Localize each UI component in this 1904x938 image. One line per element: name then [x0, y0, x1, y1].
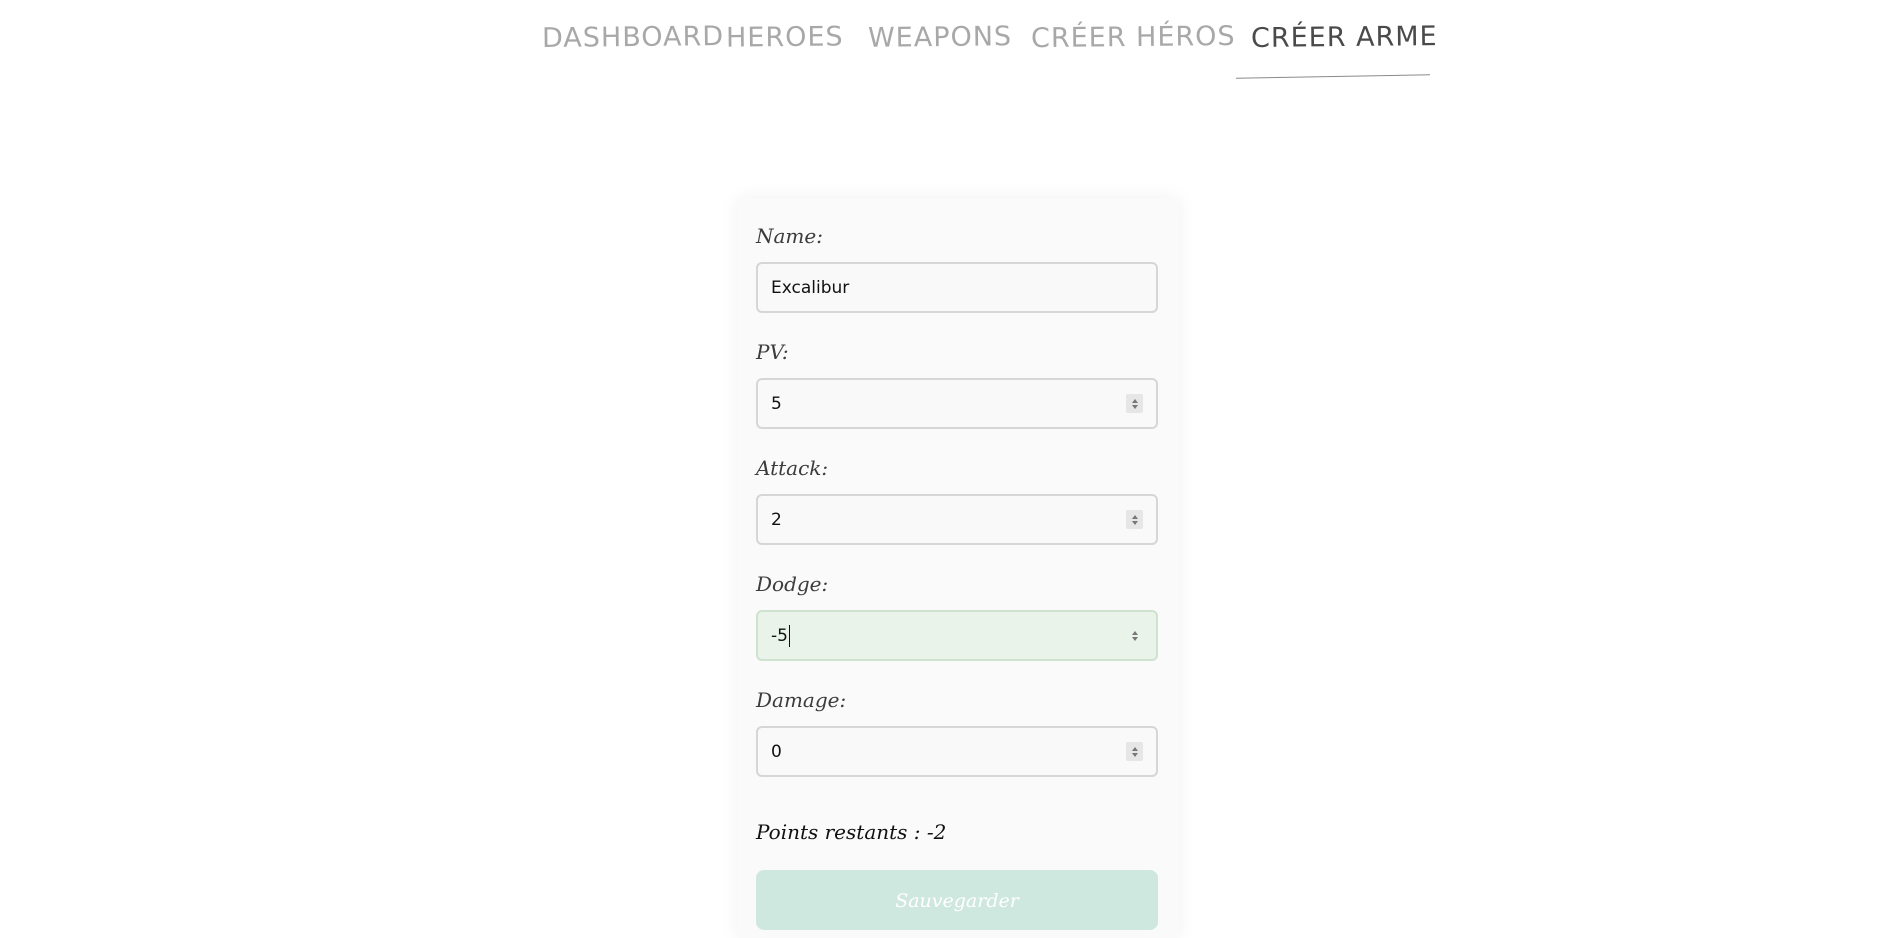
chevron-up-icon[interactable] [1131, 514, 1138, 519]
chevron-down-icon[interactable] [1131, 404, 1138, 409]
name-input[interactable]: Excalibur [756, 262, 1158, 313]
name-label: Name: [756, 224, 823, 248]
dodge-spinner[interactable] [1126, 626, 1143, 645]
nav-heroes[interactable]: HEROES [726, 21, 844, 53]
top-navigation: DASHBOARD HEROES WEAPONS CRÉER HÉROS CRÉ… [0, 0, 1904, 90]
pv-label: PV: [756, 340, 789, 364]
damage-input[interactable]: 0 [756, 726, 1158, 777]
text-caret [788, 624, 790, 647]
chevron-up-icon[interactable] [1131, 630, 1138, 635]
attack-value: 2 [771, 509, 782, 530]
dodge-input[interactable]: -5 [756, 610, 1158, 661]
chevron-down-icon[interactable] [1131, 636, 1138, 641]
chevron-down-icon[interactable] [1131, 520, 1138, 525]
nav-creer-heros[interactable]: CRÉER HÉROS [1031, 21, 1236, 54]
chevron-up-icon[interactable] [1131, 398, 1138, 403]
damage-value: 0 [771, 741, 782, 762]
save-button[interactable]: Sauvegarder [756, 870, 1158, 930]
attack-spinner[interactable] [1126, 510, 1143, 529]
create-weapon-form: Name: Excalibur PV: 5 Attack: 2 Dodge: -… [737, 198, 1179, 938]
pv-input[interactable]: 5 [756, 378, 1158, 429]
attack-input[interactable]: 2 [756, 494, 1158, 545]
attack-label: Attack: [756, 456, 829, 480]
nav-dashboard[interactable]: DASHBOARD [542, 21, 724, 54]
chevron-down-icon[interactable] [1131, 752, 1138, 757]
damage-spinner[interactable] [1126, 742, 1143, 761]
dodge-label: Dodge: [756, 572, 829, 596]
pv-spinner[interactable] [1126, 394, 1143, 413]
nav-creer-arme[interactable]: CRÉER ARME [1251, 21, 1438, 54]
dodge-value: -5 [771, 625, 788, 646]
pv-value: 5 [771, 393, 782, 414]
chevron-up-icon[interactable] [1131, 746, 1138, 751]
name-value: Excalibur [771, 277, 850, 298]
nav-weapons[interactable]: WEAPONS [868, 21, 1012, 54]
active-tab-underline [1236, 74, 1430, 79]
points-remaining: Points restants : -2 [756, 820, 947, 844]
damage-label: Damage: [756, 688, 847, 712]
